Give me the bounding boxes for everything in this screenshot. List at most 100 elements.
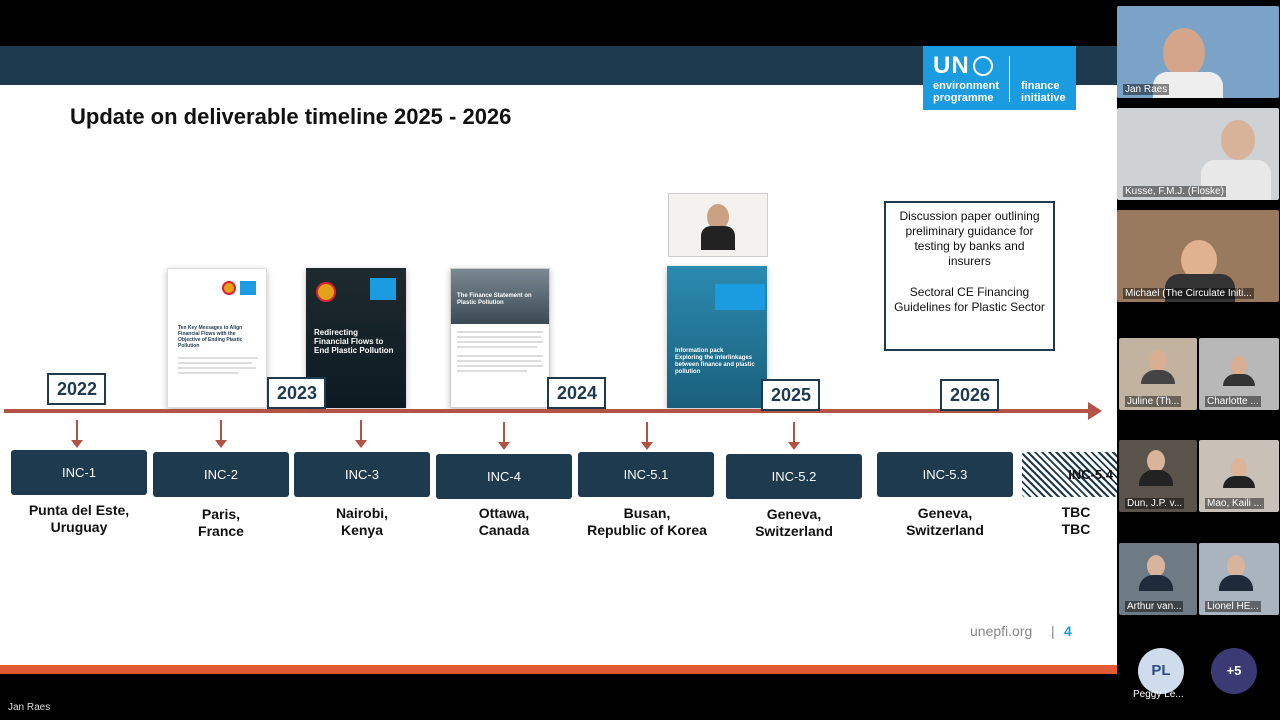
inc-location-5-4: TBC TBC (1061, 504, 1091, 537)
slide-bottom-bar (0, 665, 1117, 674)
participant-body (1139, 470, 1173, 486)
page-number: 4 (1064, 623, 1072, 639)
participant-tile[interactable]: Dun, J.P. v... (1119, 440, 1197, 512)
participant-face (1147, 555, 1165, 577)
text-line (457, 355, 543, 357)
participant-body (1223, 374, 1255, 386)
participant-face (1231, 356, 1247, 376)
deliverables-box: Discussion paper outlining preliminary g… (884, 201, 1055, 351)
logo-divider (1009, 56, 1010, 102)
participant-name: Lionel HE... (1205, 601, 1261, 612)
footer-separator: | (1051, 623, 1055, 639)
timeline-arrow-icon (1088, 402, 1102, 420)
participant-name: Charlotte ... (1205, 396, 1261, 407)
logo-env-text: environment programme (933, 80, 1000, 104)
participant-tile[interactable]: Arthur van... (1119, 543, 1197, 615)
timeline-down-arrow-icon (71, 420, 83, 448)
participant-tile[interactable]: Mao, Kaili ... (1199, 440, 1279, 512)
inc-box-5-3: INC-5.3 (877, 452, 1013, 497)
text-line (457, 336, 541, 338)
participant-face (1149, 350, 1167, 372)
inc-box-2: INC-2 (153, 452, 289, 497)
deliverable-line-1: Discussion paper outlining preliminary g… (899, 209, 1040, 268)
inc-location-3: Nairobi, Kenya (335, 505, 389, 538)
text-line (457, 341, 543, 343)
inc-location-2: Paris, France (198, 506, 244, 539)
participant-tile[interactable]: Jan Raes (1117, 6, 1279, 98)
participant-name: Arthur van... (1125, 601, 1184, 612)
doc-information-pack: Information pack Exploring the interlink… (667, 266, 767, 408)
participant-face (1221, 120, 1255, 160)
shared-screen: UN environment programme finance initiat… (0, 0, 1117, 720)
participant-face (1227, 555, 1245, 577)
year-2022: 2022 (47, 373, 106, 405)
deliverable-line-2: Sectoral CE Financing Guidelines for Pla… (894, 285, 1045, 314)
text-line (178, 362, 252, 364)
text-line (457, 370, 527, 372)
participant-avatar-pl[interactable]: PL (1138, 648, 1184, 694)
timeline-down-arrow-icon (498, 422, 510, 450)
timeline-down-arrow-icon (788, 422, 800, 450)
participant-face (1231, 458, 1247, 478)
timeline-down-arrow-icon (355, 420, 367, 448)
participant-face (1163, 28, 1205, 78)
doc-logo-icon (316, 282, 336, 302)
doc-finance-statement: The Finance Statement on Plastic Polluti… (450, 268, 550, 408)
inc-box-1: INC-1 (11, 450, 147, 495)
doc4-title: Information pack Exploring the interlink… (675, 348, 755, 375)
slide-title: Update on deliverable timeline 2025 - 20… (70, 104, 512, 129)
doc2-title: Redirecting Financial Flows to End Plast… (314, 328, 394, 355)
text-line (457, 346, 537, 348)
doc-logo-icon (222, 281, 236, 295)
participant-tile[interactable]: Juline (Th... (1119, 338, 1197, 410)
more-participants-button[interactable]: +5 (1211, 648, 1257, 694)
participant-tile[interactable]: Lionel HE... (1199, 543, 1279, 615)
participant-body (1223, 476, 1255, 488)
inc-location-1: Punta del Este, Uruguay (28, 502, 130, 535)
participant-body (1141, 370, 1175, 384)
participant-tile[interactable]: Michael (The Circulate Initi... (1117, 210, 1279, 302)
participant-face (1147, 450, 1165, 472)
text-line (178, 357, 258, 359)
doc-ten-key-messages: Ten Key Messages to Align Financial Flow… (167, 268, 267, 408)
participants-panel: Jan Raes Kusse, F.M.J. (Floske) Michael … (1117, 0, 1280, 720)
un-globe-icon (973, 56, 993, 76)
text-line (457, 360, 541, 362)
participant-body (1219, 575, 1253, 591)
inc-box-5-4: INC-5.4 (1022, 452, 1117, 497)
doc1-title: Ten Key Messages to Align Financial Flow… (178, 325, 243, 349)
year-2026: 2026 (940, 379, 999, 411)
participant-name: Dun, J.P. v... (1125, 498, 1185, 509)
inc-box-4: INC-4 (436, 454, 572, 499)
footer-website: unepfi.org (970, 623, 1033, 639)
participant-name: Kusse, F.M.J. (Floske) (1123, 186, 1226, 197)
participant-tile[interactable]: Kusse, F.M.J. (Floske) (1117, 108, 1279, 200)
inc-box-5-2: INC-5.2 (726, 454, 862, 499)
speaker-video-thumbnail (668, 193, 768, 257)
text-line (457, 331, 543, 333)
participant-name: Jan Raes (1123, 84, 1170, 95)
participant-tile[interactable]: Charlotte ... (1199, 338, 1279, 410)
inc-box-5-1: INC-5.1 (578, 452, 714, 497)
doc3-title: The Finance Statement on Plastic Polluti… (457, 293, 532, 306)
un-logo-icon (370, 278, 396, 300)
inc-location-5-1: Busan, Republic of Korea (587, 505, 707, 538)
logo-finance-text: finance initiative (1021, 80, 1066, 104)
participant-body (1139, 575, 1173, 591)
inc-box-3: INC-3 (294, 452, 430, 497)
year-2023: 2023 (267, 377, 326, 409)
unep-fi-logo: UN environment programme finance initiat… (923, 46, 1076, 110)
presentation-slide: UN environment programme finance initiat… (0, 46, 1117, 674)
participant-name: Juline (Th... (1125, 396, 1182, 407)
timeline-down-arrow-icon (215, 420, 227, 448)
text-line (457, 365, 543, 367)
year-2024: 2024 (547, 377, 606, 409)
person-body (701, 226, 735, 250)
participant-name: Michael (The Circulate Initi... (1123, 288, 1254, 299)
participant-name: Mao, Kaili ... (1205, 498, 1265, 509)
logo-un-text: UN (933, 52, 970, 79)
timeline-axis (4, 409, 1092, 413)
inc-location-5-2: Geneva, Switzerland (755, 506, 833, 539)
year-2025: 2025 (761, 379, 820, 411)
presenter-name-label: Jan Raes (8, 702, 51, 713)
